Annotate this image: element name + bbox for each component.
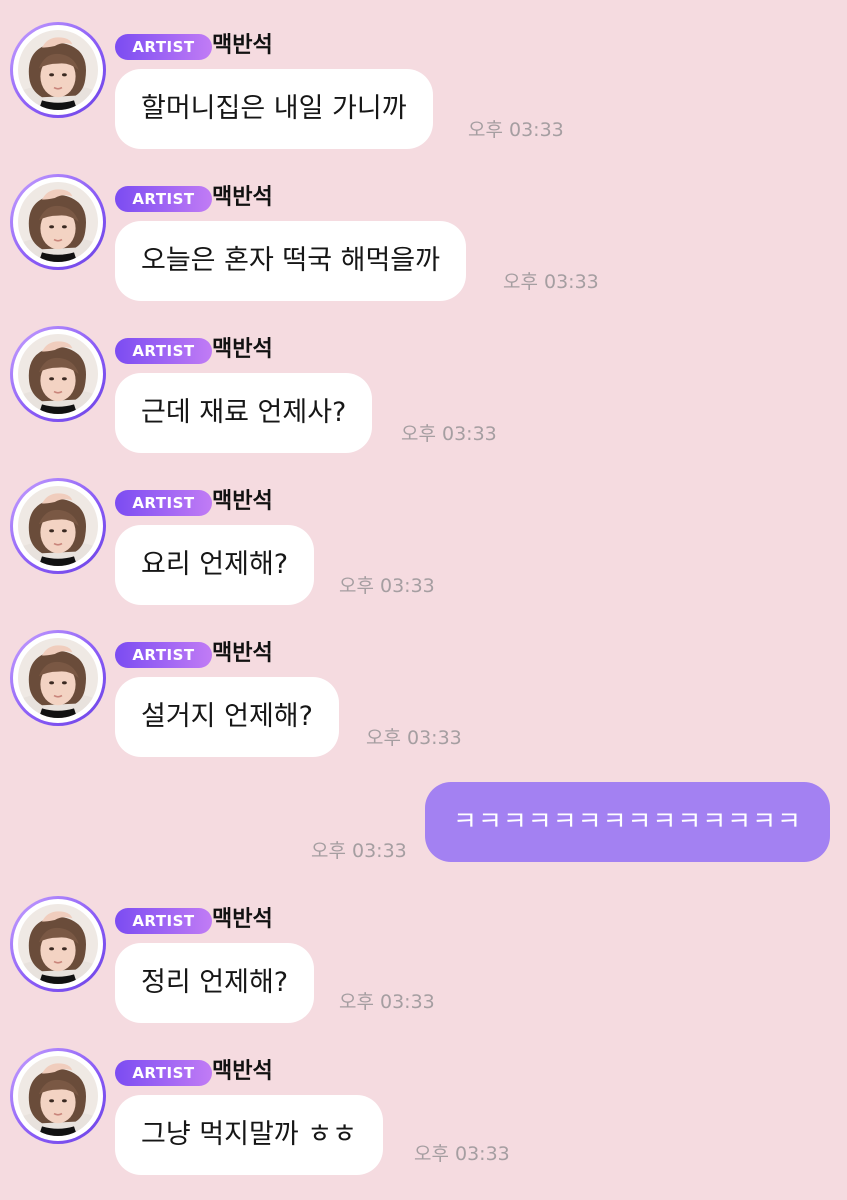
artist-avatar[interactable] xyxy=(10,22,106,118)
message-time: 오후 03:33 xyxy=(414,1143,510,1165)
sender-name: 맥반석 xyxy=(212,907,273,932)
message-time: 오후 03:33 xyxy=(401,423,497,445)
avatar-photo-icon xyxy=(18,1056,98,1136)
artist-badge: ARTIST xyxy=(115,908,212,934)
message-bubble[interactable]: 할머니집은 내일 가니까 xyxy=(115,69,433,149)
message-time: 오후 03:33 xyxy=(468,119,564,141)
message-bubble[interactable]: 요리 언제해? xyxy=(115,525,315,605)
sender-name: 맥반석 xyxy=(212,489,273,514)
message-time: 오후 03:33 xyxy=(366,727,462,749)
message-time: 오후 03:33 xyxy=(339,991,435,1013)
sender-name: 맥반석 xyxy=(212,641,273,666)
message-bubble[interactable]: 정리 언제해? xyxy=(115,943,315,1023)
artist-avatar[interactable] xyxy=(10,174,106,270)
message-bubble[interactable]: 그냥 먹지말까 ㅎㅎ xyxy=(115,1095,383,1175)
message-time: 오후 03:33 xyxy=(503,271,599,293)
sender-name: 맥반석 xyxy=(212,337,273,362)
chat-message: ARTIST 맥반석 근데 재료 언제사? 오후 03:33 xyxy=(0,326,847,456)
avatar-photo-icon xyxy=(18,334,98,414)
chat-message: ARTIST 맥반석 설거지 언제해? 오후 03:33 xyxy=(0,630,847,760)
artist-avatar[interactable] xyxy=(10,326,106,422)
avatar-photo-icon xyxy=(18,182,98,262)
sender-name: 맥반석 xyxy=(212,1059,273,1084)
artist-badge: ARTIST xyxy=(115,1060,212,1086)
chat-message: ARTIST 맥반석 그냥 먹지말까 ㅎㅎ 오후 03:33 xyxy=(0,1048,847,1178)
chat-message: ARTIST 맥반석 요리 언제해? 오후 03:33 xyxy=(0,478,847,608)
chat-message: ARTIST 맥반석 할머니집은 내일 가니까 오후 03:33 xyxy=(0,22,847,152)
chat-message-outgoing: ㅋㅋㅋㅋㅋㅋㅋㅋㅋㅋㅋㅋㅋㅋ 오후 03:33 xyxy=(0,782,847,864)
avatar-photo-icon xyxy=(18,486,98,566)
artist-avatar[interactable] xyxy=(10,630,106,726)
message-time: 오후 03:33 xyxy=(339,575,435,597)
sender-name: 맥반석 xyxy=(212,185,273,210)
sender-name: 맥반석 xyxy=(212,33,273,58)
message-bubble[interactable]: 설거지 언제해? xyxy=(115,677,339,757)
message-bubble[interactable]: 오늘은 혼자 떡국 해먹을까 xyxy=(115,221,466,301)
artist-badge: ARTIST xyxy=(115,338,212,364)
message-time: 오후 03:33 xyxy=(311,840,407,862)
chat-message: ARTIST 맥반석 정리 언제해? 오후 03:33 xyxy=(0,896,847,1026)
chat-message: ARTIST 맥반석 오늘은 혼자 떡국 해먹을까 오후 03:33 xyxy=(0,174,847,304)
message-bubble[interactable]: 근데 재료 언제사? xyxy=(115,373,373,453)
artist-badge: ARTIST xyxy=(115,34,212,60)
artist-badge: ARTIST xyxy=(115,490,212,516)
artist-avatar[interactable] xyxy=(10,478,106,574)
my-message-bubble[interactable]: ㅋㅋㅋㅋㅋㅋㅋㅋㅋㅋㅋㅋㅋㅋ xyxy=(425,782,830,862)
artist-badge: ARTIST xyxy=(115,642,212,668)
artist-avatar[interactable] xyxy=(10,1048,106,1144)
avatar-photo-icon xyxy=(18,638,98,718)
artist-avatar[interactable] xyxy=(10,896,106,992)
avatar-photo-icon xyxy=(18,904,98,984)
artist-badge: ARTIST xyxy=(115,186,212,212)
avatar-photo-icon xyxy=(18,30,98,110)
